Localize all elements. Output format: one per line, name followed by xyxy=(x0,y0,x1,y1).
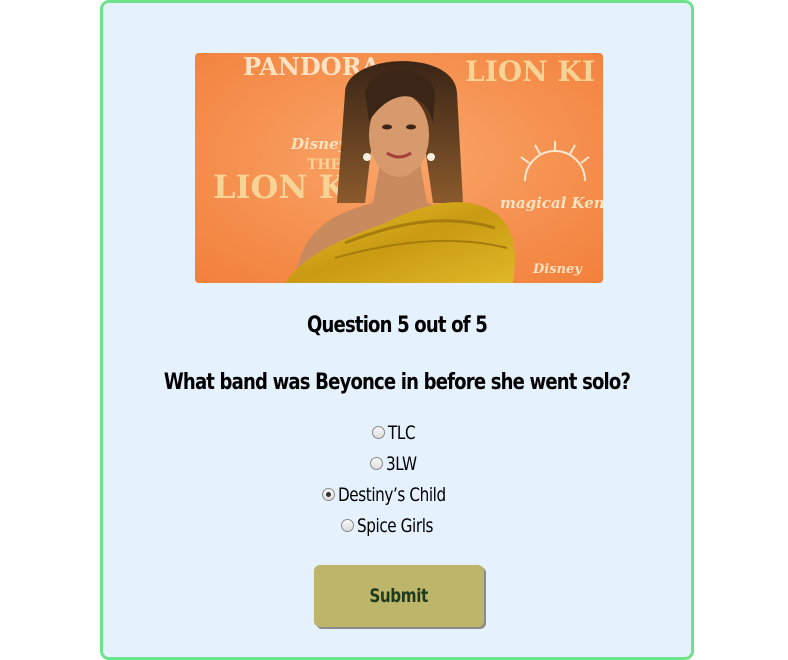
backdrop-text: magical Kenya xyxy=(500,194,603,212)
option-label: TLC xyxy=(388,421,416,444)
quiz-card: PANDORA LION KI Disney THE LION K magica… xyxy=(100,0,694,660)
submit-button[interactable]: Submit xyxy=(314,565,484,627)
question-text: What band was Beyonce in before she went… xyxy=(163,370,631,395)
radio-button[interactable] xyxy=(369,457,383,470)
option-label: Spice Girls xyxy=(357,514,434,537)
option-3lw[interactable]: 3LW xyxy=(103,448,691,479)
option-label: 3LW xyxy=(385,452,417,475)
option-tlc[interactable]: TLC xyxy=(103,417,691,448)
radio-button[interactable] xyxy=(341,519,355,532)
radio-button[interactable] xyxy=(372,426,386,439)
option-label: Destiny’s Child xyxy=(337,483,446,506)
backdrop-text: LION K xyxy=(213,168,348,206)
option-destinys-child[interactable]: Destiny’s Child xyxy=(103,479,691,510)
question-counter: Question 5 out of 5 xyxy=(307,313,488,338)
backdrop-text: Disney xyxy=(532,262,583,277)
option-spice-girls[interactable]: Spice Girls xyxy=(103,510,691,541)
question-photo: PANDORA LION KI Disney THE LION K magica… xyxy=(195,53,603,283)
submit-label: Submit xyxy=(369,585,429,607)
backdrop-text: Disney xyxy=(290,135,349,153)
backdrop-text: LION KI xyxy=(465,55,595,88)
answer-options: TLC 3LW Destiny’s Child Spice Girls xyxy=(103,417,691,541)
radio-button[interactable] xyxy=(321,488,335,501)
